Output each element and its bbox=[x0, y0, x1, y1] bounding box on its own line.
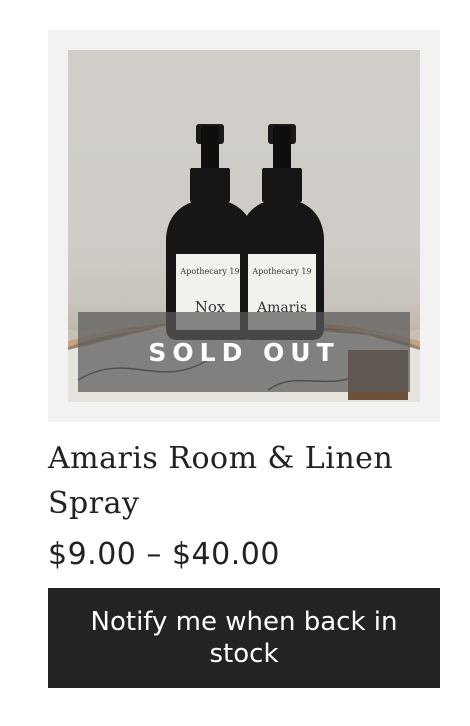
product-title[interactable]: Amaris Room & Linen Spray bbox=[48, 436, 440, 526]
product-photo[interactable]: Apothecary 19 Nox Apothecary 19 Amaris S… bbox=[68, 50, 420, 402]
bottle-left-brand-label: Apothecary 19 bbox=[179, 267, 239, 276]
sold-out-badge: SOLD OUT bbox=[78, 312, 410, 392]
bottle-right-brand-label: Apothecary 19 bbox=[251, 267, 311, 276]
sold-out-badge-label: SOLD OUT bbox=[148, 337, 340, 367]
product-card: Apothecary 19 Nox Apothecary 19 Amaris S… bbox=[48, 30, 440, 688]
notify-when-back-in-stock-button[interactable]: Notify me when back in stock bbox=[48, 588, 440, 688]
product-price: $9.00 – $40.00 bbox=[48, 537, 280, 572]
product-image-frame[interactable]: Apothecary 19 Nox Apothecary 19 Amaris S… bbox=[48, 30, 440, 422]
